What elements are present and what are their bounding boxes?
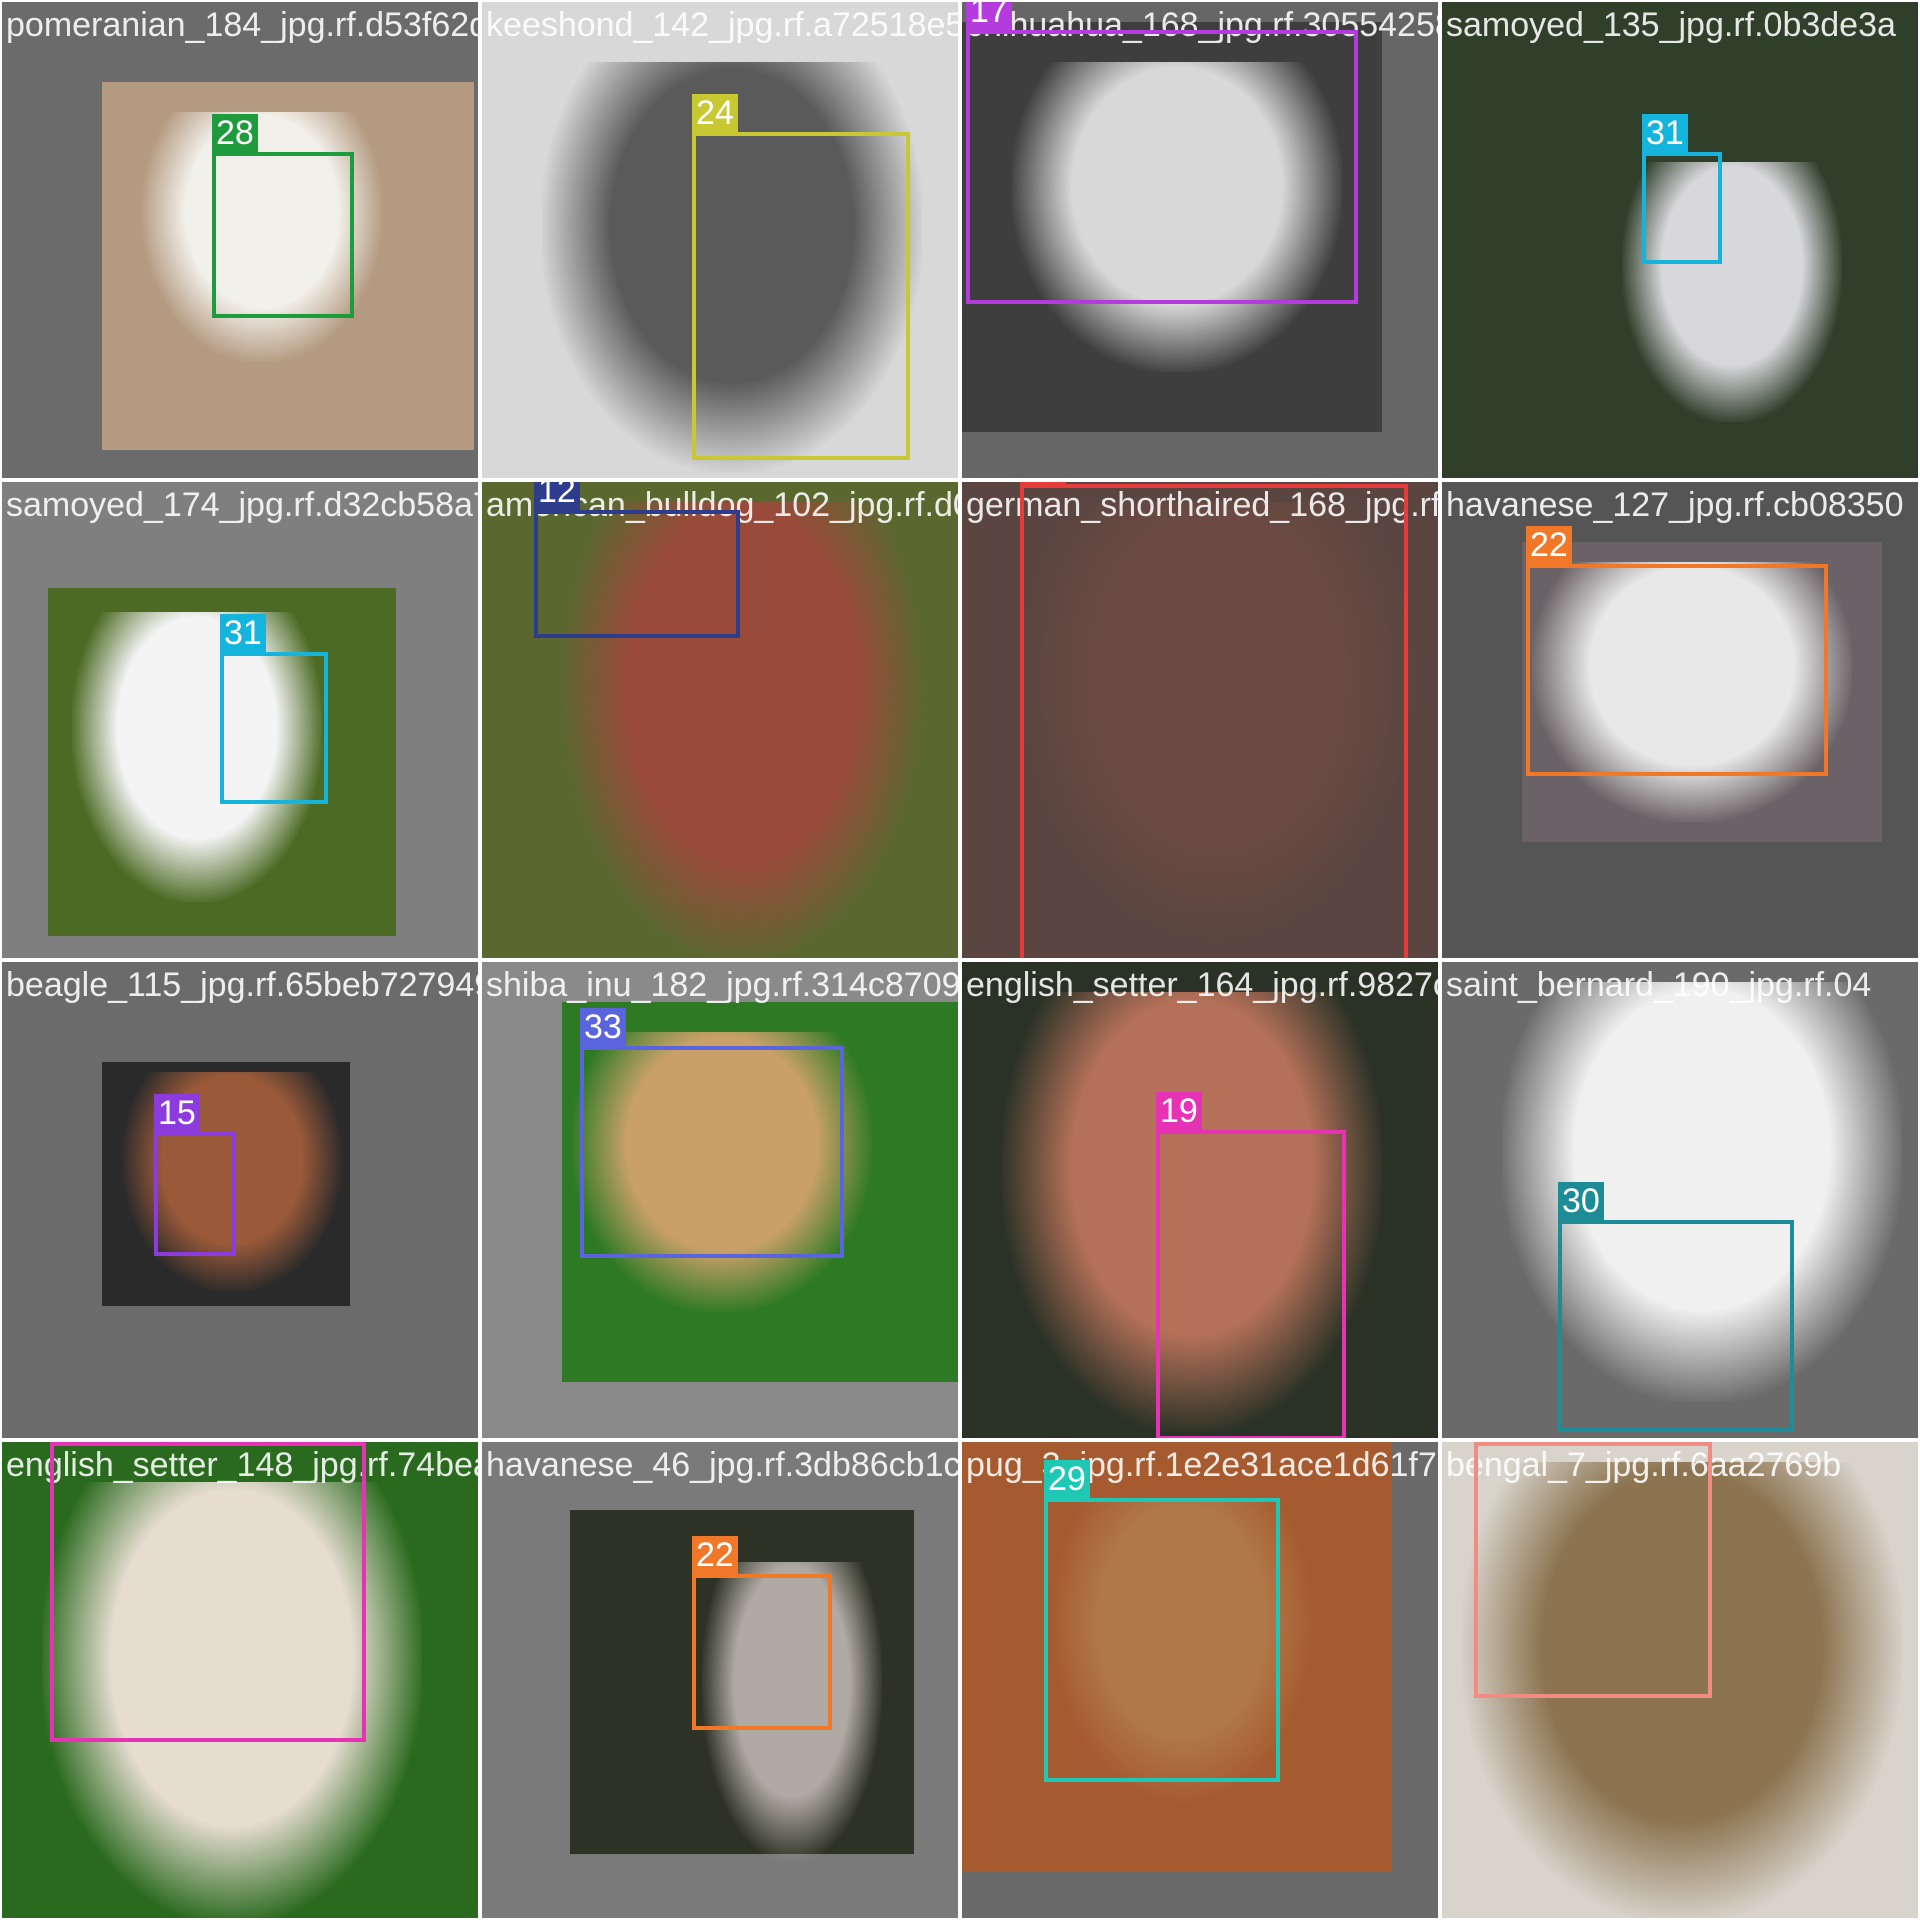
class-id-label: 28 [212, 114, 258, 152]
bounding-box: 19 [50, 1442, 366, 1742]
bounding-box: 30 [1558, 1182, 1794, 1432]
image-filename: pug_3_jpg.rf.1e2e31ace1d61f7af7c7b50f.6a… [966, 1446, 1438, 1484]
mosaic-tile: chihuahua_168_jpg.rf.3055425862b09f188e1… [962, 2, 1438, 478]
bounding-box: 28 [212, 114, 354, 318]
mosaic-tile: american_bulldog_102_jpg.rf.d0d521b5a12 [482, 482, 958, 958]
bounding-box: 29 [1044, 1460, 1280, 1782]
class-id-label: 17 [966, 2, 1012, 30]
class-id-label: 24 [692, 94, 738, 132]
image-filename: shiba_inu_182_jpg.rf.314c87094550262fbe [486, 966, 958, 1004]
bounding-box: 33 [580, 1008, 844, 1258]
bounding-box: 24 [692, 94, 910, 460]
mosaic-tile: english_setter_164_jpg.rf.9827ce0668549 1… [962, 962, 1438, 1438]
bounding-box: 15 [154, 1094, 236, 1256]
image-filename: havanese_127_jpg.rf.cb08350 [1446, 486, 1904, 524]
mosaic-tile: havanese_46_jpg.rf.3db86cb1c84b62c39182 2… [482, 1442, 958, 1918]
mosaic-tile: english_setter_148_jpg.rf.74bea2c9216465… [2, 1442, 478, 1918]
image-filename: keeshond_142_jpg.rf.a72518e5590c2fcd81b [486, 6, 958, 44]
bounding-box: 22 [692, 1536, 832, 1730]
mosaic-tile: beagle_115_jpg.rf.65beb727949a637a1b2e 15 [2, 962, 478, 1438]
class-id-label: 31 [1642, 114, 1688, 152]
mosaic-tile: keeshond_142_jpg.rf.a72518e5590c2fcd81b 2… [482, 2, 958, 478]
mosaic-tile: bengal_7_jpg.rf.6aa2769b1 [1442, 1442, 1918, 1918]
mosaic-tile: shiba_inu_182_jpg.rf.314c87094550262fbe 3… [482, 962, 958, 1438]
mosaic-tile: havanese_127_jpg.rf.cb08350 22 [1442, 482, 1918, 958]
image-filename: pomeranian_184_jpg.rf.d53f62db39cdf1767f [6, 6, 478, 44]
bounding-box: 12 [534, 482, 740, 638]
image-filename: samoyed_174_jpg.rf.d32cb58a7e7b07d2ce [6, 486, 478, 524]
class-id-label: 15 [154, 1094, 200, 1132]
bounding-box: 31 [220, 614, 328, 804]
mosaic-tile: german_shorthaired_168_jpg.rf.cb083520 [962, 482, 1438, 958]
class-id-label: 29 [1044, 1460, 1090, 1498]
class-id-label: 31 [220, 614, 266, 652]
mosaic-tile: samoyed_174_jpg.rf.d32cb58a7e7b07d2ce 31 [2, 482, 478, 958]
bounding-box: 20 [1020, 482, 1408, 958]
mosaic-tile: saint_bernard_190_jpg.rf.04 30 [1442, 962, 1918, 1438]
image-filename: samoyed_135_jpg.rf.0b3de3a [1446, 6, 1896, 44]
image-filename: havanese_46_jpg.rf.3db86cb1c84b62c39182 [486, 1446, 958, 1484]
mosaic-grid: pomeranian_184_jpg.rf.d53f62db39cdf1767f… [0, 0, 1920, 1920]
bounding-box: 19 [1156, 1092, 1346, 1438]
image-filename: english_setter_164_jpg.rf.9827ce0668549 [966, 966, 1438, 1004]
class-id-label: 20 [1020, 482, 1066, 484]
image-filename: saint_bernard_190_jpg.rf.04 [1446, 966, 1872, 1004]
image-filename: beagle_115_jpg.rf.65beb727949a637a1b2e [6, 966, 478, 1004]
class-id-label: 22 [692, 1536, 738, 1574]
class-id-label: 19 [1156, 1092, 1202, 1130]
bounding-box: 31 [1642, 114, 1722, 264]
class-id-label: 30 [1558, 1182, 1604, 1220]
class-id-label: 12 [534, 482, 580, 510]
bounding-box: 1 [1474, 1442, 1712, 1698]
class-id-label: 22 [1526, 526, 1572, 564]
mosaic-tile: pomeranian_184_jpg.rf.d53f62db39cdf1767f… [2, 2, 478, 478]
bounding-box: 22 [1526, 526, 1828, 776]
class-id-label: 33 [580, 1008, 626, 1046]
mosaic-tile: pug_3_jpg.rf.1e2e31ace1d61f7af7c7b50f.6a… [962, 1442, 1438, 1918]
bounding-box: 17 [966, 2, 1358, 304]
mosaic-tile: samoyed_135_jpg.rf.0b3de3a 31 [1442, 2, 1918, 478]
